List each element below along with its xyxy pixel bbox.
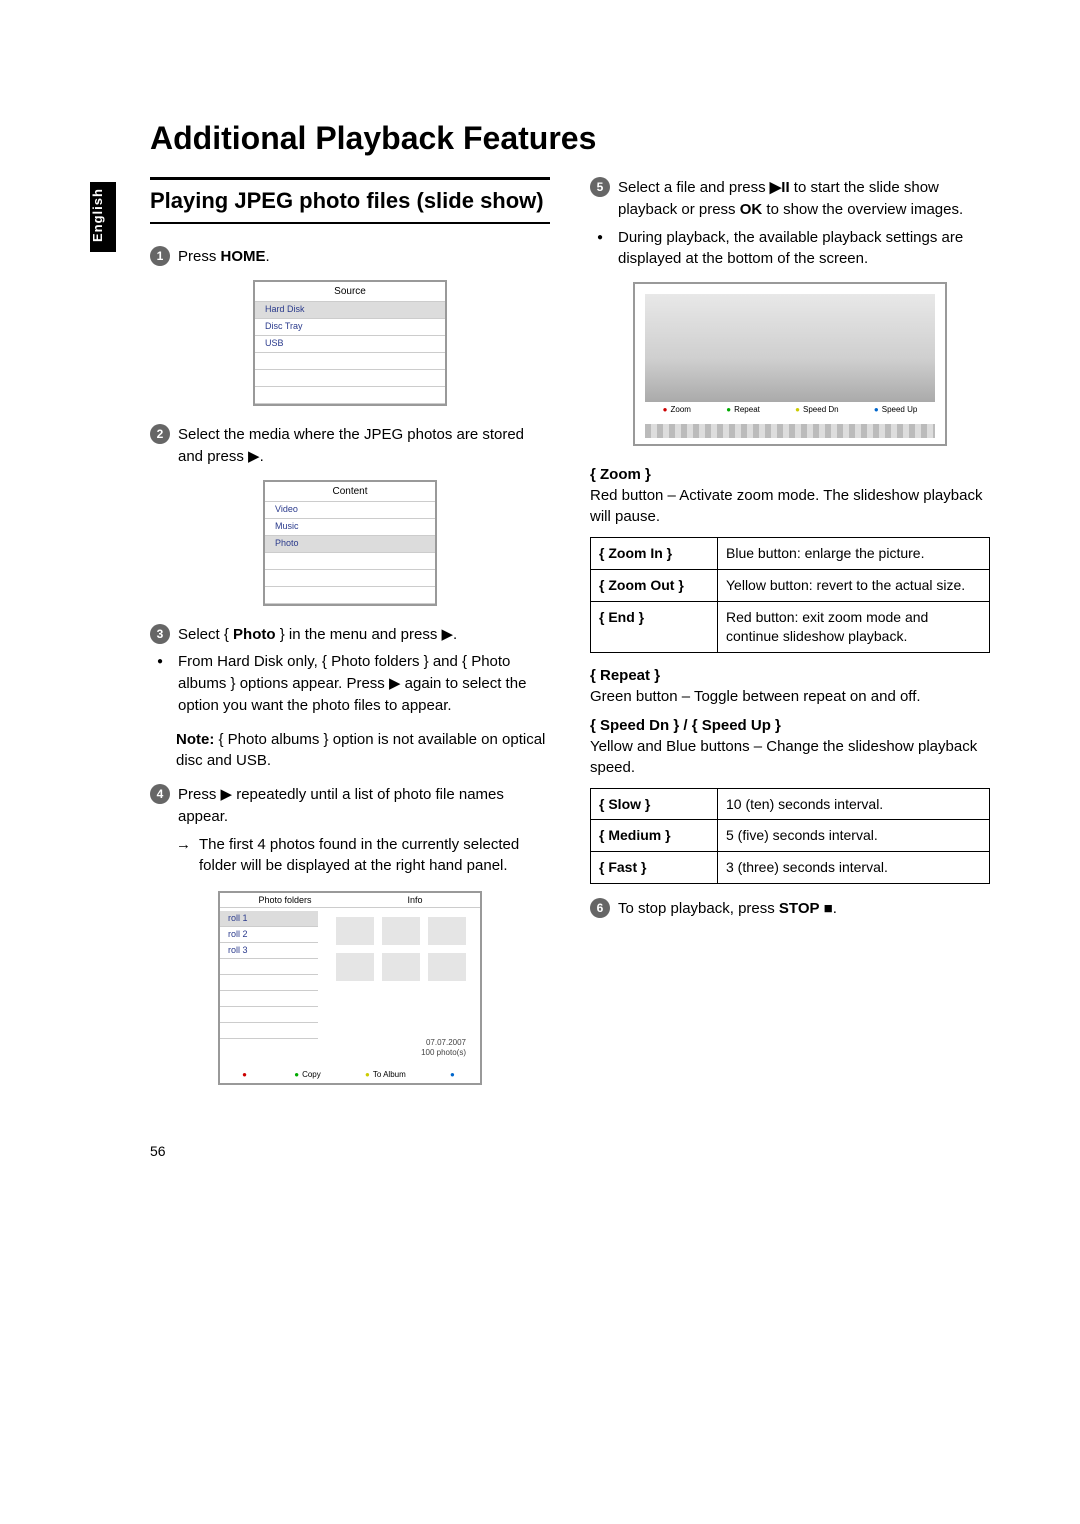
playback-bar-speedup: Speed Up bbox=[874, 405, 917, 414]
content-menu-item: Photo bbox=[265, 536, 435, 553]
step-1-text-a: Press bbox=[178, 248, 221, 265]
photo-count: 100 photo(s) bbox=[421, 1048, 466, 1058]
step-number-5: 5 bbox=[590, 177, 610, 197]
roll-item: roll 1 bbox=[220, 911, 318, 927]
content-menu-title: Content bbox=[265, 482, 435, 502]
zoom-row-label: { End } bbox=[599, 609, 644, 625]
speed-row-desc: 3 (three) seconds interval. bbox=[718, 852, 990, 884]
language-tab: English bbox=[90, 182, 116, 252]
step-1: 1 Press HOME. bbox=[150, 246, 550, 268]
step-3-text-b: } in the menu and press ▶. bbox=[276, 626, 458, 643]
zoom-table: { Zoom In } Blue button: enlarge the pict… bbox=[590, 537, 990, 653]
step-6: 6 To stop playback, press STOP ■. bbox=[590, 898, 990, 920]
step-6-text-a: To stop playback, press bbox=[618, 900, 779, 917]
source-menu-item: USB bbox=[255, 336, 445, 353]
photo-thumbnails bbox=[336, 917, 466, 981]
repeat-heading: { Repeat } bbox=[590, 667, 990, 684]
source-menu-item: Hard Disk bbox=[255, 302, 445, 319]
step-number-2: 2 bbox=[150, 424, 170, 444]
source-menu-title: Source bbox=[255, 282, 445, 302]
photo-browser: Photo folders Info roll 1 roll 2 roll 3 bbox=[218, 891, 482, 1085]
step-1-text-b: . bbox=[266, 248, 270, 265]
legend-blue bbox=[450, 1070, 458, 1079]
zoom-row-desc: Red button: exit zoom mode and continue … bbox=[718, 601, 990, 652]
zoom-row-label: { Zoom Out } bbox=[599, 577, 684, 593]
step-4-arrow-note: The first 4 photos found in the currentl… bbox=[176, 834, 550, 878]
step-3-note: Note: { Photo albums } option is not ava… bbox=[176, 729, 550, 773]
step-number-3: 3 bbox=[150, 624, 170, 644]
step-3-note-bold: Note: bbox=[176, 731, 214, 748]
step-4-text: Press ▶ repeatedly until a list of photo… bbox=[178, 784, 550, 828]
zoom-row-desc: Yellow button: revert to the actual size… bbox=[718, 569, 990, 601]
step-3-bullet: From Hard Disk only, { Photo folders } a… bbox=[150, 651, 550, 716]
source-menu-item: Disc Tray bbox=[255, 319, 445, 336]
step-number-6: 6 bbox=[590, 898, 610, 918]
step-3-bold: Photo bbox=[233, 626, 276, 643]
step-6-bold: STOP bbox=[779, 900, 820, 917]
roll-item: roll 3 bbox=[220, 943, 318, 959]
playback-bar-repeat: Repeat bbox=[726, 405, 760, 414]
photo-browser-head-right: Info bbox=[350, 893, 480, 908]
step-5-bullet-text: During playback, the available playback … bbox=[618, 227, 990, 271]
section-heading-text: Playing JPEG photo files (slide show) bbox=[150, 188, 550, 214]
speed-row-label: { Slow } bbox=[599, 796, 650, 812]
zoom-heading: { Zoom } bbox=[590, 466, 990, 483]
step-3-text-a: Select { bbox=[178, 626, 233, 643]
content-menu-item: Music bbox=[265, 519, 435, 536]
page-title: Additional Playback Features bbox=[90, 120, 990, 157]
legend-yellow: To Album bbox=[365, 1070, 406, 1079]
speed-row-label: { Fast } bbox=[599, 859, 646, 875]
speed-row-desc: 5 (five) seconds interval. bbox=[718, 820, 990, 852]
step-3-note-rest: { Photo albums } option is not available… bbox=[176, 731, 545, 770]
step-2-text: Select the media where the JPEG photos a… bbox=[178, 424, 550, 468]
content-menu: Content Video Music Photo bbox=[263, 480, 437, 606]
step-5-text-c: to show the overview images. bbox=[762, 201, 963, 218]
photo-browser-head-left: Photo folders bbox=[220, 893, 350, 908]
playback-bar-zoom: Zoom bbox=[663, 405, 691, 414]
zoom-row-desc: Blue button: enlarge the picture. bbox=[718, 538, 990, 570]
playback-preview: Zoom Repeat Speed Dn Speed Up bbox=[633, 282, 947, 446]
photo-date: 07.07.2007 bbox=[421, 1038, 466, 1048]
speed-desc: Yellow and Blue buttons – Change the sli… bbox=[590, 736, 990, 778]
zoom-desc: Red button – Activate zoom mode. The sli… bbox=[590, 485, 990, 527]
speed-table: { Slow } 10 (ten) seconds interval. { Med… bbox=[590, 788, 990, 885]
roll-item: roll 2 bbox=[220, 927, 318, 943]
legend-red bbox=[242, 1070, 250, 1079]
content-menu-item: Video bbox=[265, 502, 435, 519]
step-4-arrow-text: The first 4 photos found in the currentl… bbox=[199, 834, 550, 878]
page-number: 56 bbox=[90, 1143, 990, 1159]
step-2: 2 Select the media where the JPEG photos… bbox=[150, 424, 550, 468]
step-6-text-b: ■. bbox=[820, 900, 837, 917]
step-1-bold: HOME bbox=[221, 248, 266, 265]
legend-green: Copy bbox=[294, 1070, 321, 1079]
step-3-bullet-text: From Hard Disk only, { Photo folders } a… bbox=[178, 651, 550, 716]
step-5-bullet: During playback, the available playback … bbox=[590, 227, 990, 271]
step-5-bold2: OK bbox=[740, 201, 763, 218]
zoom-row-label: { Zoom In } bbox=[599, 545, 672, 561]
step-number-4: 4 bbox=[150, 784, 170, 804]
repeat-desc: Green button – Toggle between repeat on … bbox=[590, 686, 990, 707]
step-5-bold1: ▶II bbox=[770, 179, 790, 196]
step-5-text-a: Select a file and press bbox=[618, 179, 770, 196]
speed-row-label: { Medium } bbox=[599, 827, 671, 843]
step-4: 4 Press ▶ repeatedly until a list of pho… bbox=[150, 784, 550, 828]
section-heading: Playing JPEG photo files (slide show) bbox=[150, 177, 550, 224]
speed-row-desc: 10 (ten) seconds interval. bbox=[718, 788, 990, 820]
speed-heading: { Speed Dn } / { Speed Up } bbox=[590, 717, 990, 734]
step-5: 5 Select a file and press ▶II to start t… bbox=[590, 177, 990, 221]
playback-bar-speeddn: Speed Dn bbox=[795, 405, 838, 414]
source-menu: Source Hard Disk Disc Tray USB bbox=[253, 280, 447, 406]
step-number-1: 1 bbox=[150, 246, 170, 266]
step-3: 3 Select { Photo } in the menu and press… bbox=[150, 624, 550, 646]
